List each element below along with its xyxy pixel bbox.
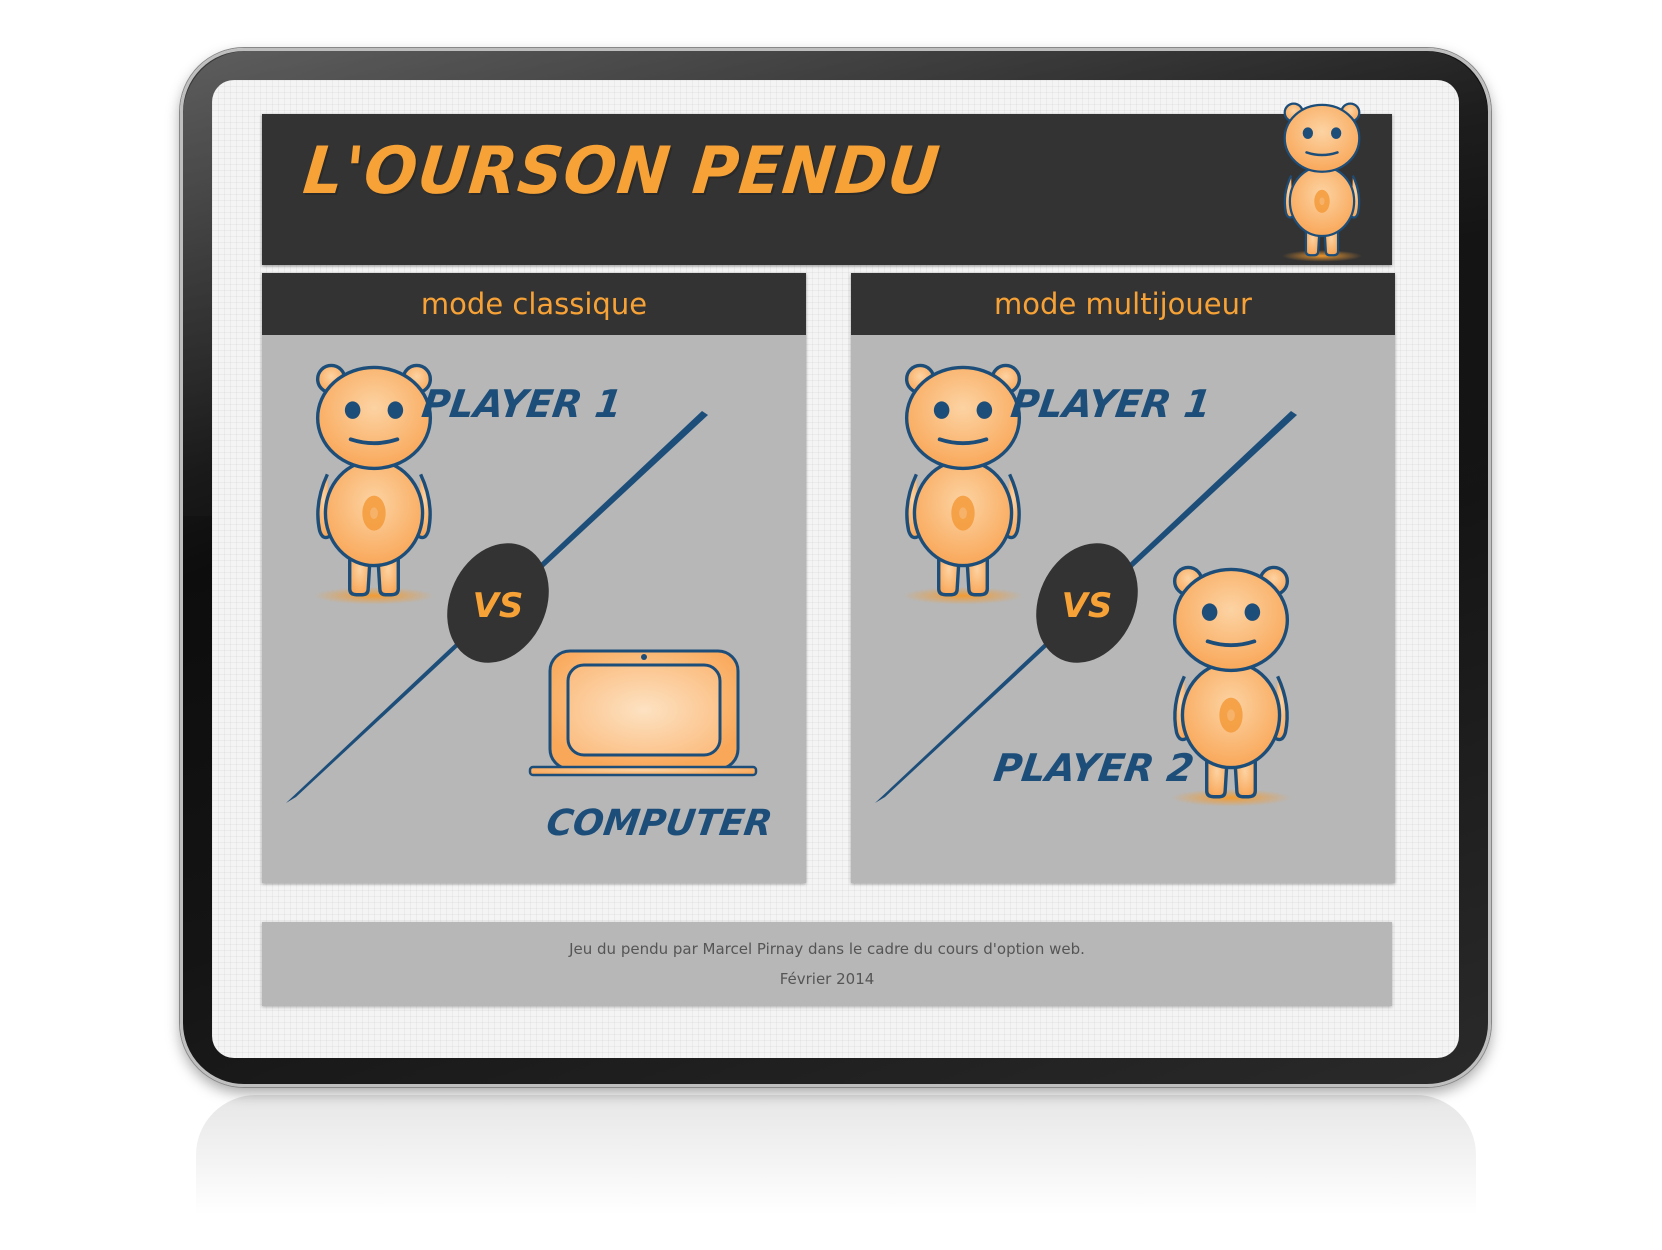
mode-classique-card[interactable]: mode classique PLAYER 1 VS COMPUTER: [262, 273, 806, 883]
bear-mascot-icon: [1277, 96, 1367, 268]
versus-badge: VS: [447, 543, 549, 663]
tablet-reflection: [196, 1095, 1476, 1245]
player1-label: PLAYER 1: [419, 383, 625, 427]
footer-date: Février 2014: [779, 970, 875, 988]
bear-player1-icon: [900, 363, 1026, 607]
site-title: L'OURSON PENDU: [299, 132, 944, 209]
mode-multijoueur-card[interactable]: mode multijoueur PLAYER 1 VS PLAYER 2: [851, 273, 1395, 883]
mode-multijoueur-title[interactable]: mode multijoueur: [851, 273, 1395, 335]
versus-badge: VS: [1036, 543, 1138, 663]
versus-label: VS: [473, 586, 524, 626]
mode-multijoueur-illustration: PLAYER 1 VS PLAYER 2: [875, 363, 1297, 809]
mode-classique-illustration: PLAYER 1 VS COMPUTER: [286, 363, 775, 844]
site-header: L'OURSON PENDU: [262, 114, 1392, 265]
player1-label: PLAYER 1: [1008, 383, 1214, 427]
computer-icon: [528, 649, 758, 777]
player2-label: PLAYER 2: [991, 747, 1197, 791]
versus-label: VS: [1062, 586, 1113, 626]
bear-player1-icon: [311, 363, 437, 607]
computer-label: COMPUTER: [544, 801, 775, 844]
mode-classique-title[interactable]: mode classique: [262, 273, 806, 335]
site-footer: Jeu du pendu par Marcel Pirnay dans le c…: [262, 922, 1392, 1006]
app-screen: L'OURSON PENDU mode classique PLAYER 1 V…: [212, 80, 1459, 1058]
footer-credit: Jeu du pendu par Marcel Pirnay dans le c…: [569, 940, 1085, 958]
